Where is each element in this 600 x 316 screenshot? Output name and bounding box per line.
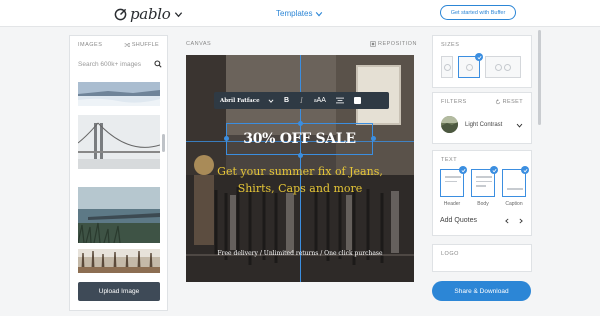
resize-handle-bottom[interactable]: [298, 153, 303, 158]
headline-text[interactable]: 30% OFF SALE: [243, 131, 356, 147]
chevron-down-icon[interactable]: [268, 98, 274, 104]
text-option-caption[interactable]: [502, 166, 529, 197]
reset-label: RESET: [502, 99, 523, 105]
image-thumbnail-lake[interactable]: [78, 82, 160, 106]
shuffle-icon: [124, 42, 130, 48]
shuffle-button[interactable]: SHUFFLE: [124, 42, 159, 48]
text-option-label: Header: [443, 201, 461, 207]
size-preview-icon: [504, 63, 511, 71]
canvas-label: CANVAS: [186, 41, 212, 47]
chevron-down-icon[interactable]: [516, 122, 523, 129]
reposition-icon: [370, 41, 376, 47]
size-option-landscape[interactable]: [485, 56, 521, 78]
chevron-right-icon[interactable]: [518, 218, 524, 224]
templates-label: Templates: [276, 9, 313, 18]
font-size-button[interactable]: aAA: [314, 97, 326, 104]
bridge-image: [78, 115, 160, 169]
size-preview-icon: [495, 63, 502, 71]
resize-handle-right[interactable]: [371, 136, 376, 141]
font-selector[interactable]: Abril Fatface: [220, 98, 268, 104]
images-panel: IMAGES SHUFFLE Search 600k+ images Uploa…: [69, 35, 168, 311]
settings-panel: SIZES FILTERS RESET Light Contrast TEXT …: [432, 35, 532, 236]
size-preview-icon: [465, 63, 473, 71]
reposition-label: REPOSITION: [378, 41, 417, 47]
logo-text: pablo: [130, 5, 171, 23]
filter-preview-thumbnail[interactable]: [441, 116, 458, 133]
subheadline-text[interactable]: Get your summer fix of Jeans, Shirts, Ca…: [186, 163, 414, 197]
resize-handle-top[interactable]: [298, 121, 303, 126]
add-quotes-label[interactable]: Add Quotes: [440, 217, 477, 224]
text-card: TEXT Header Body Caption Add Quotes: [432, 150, 532, 236]
chevron-down-icon: [175, 11, 183, 17]
settings-scrollbar[interactable]: [538, 30, 541, 125]
text-toolbar: Abril Fatface B I aAA: [214, 92, 389, 109]
text-option-header[interactable]: [440, 166, 467, 197]
pablo-logo[interactable]: pablo: [114, 5, 183, 23]
lake-image: [78, 82, 160, 106]
design-canvas[interactable]: Abril Fatface B I aAA 30% OFF SALE Get y…: [186, 55, 414, 282]
resize-handle-left[interactable]: [224, 136, 229, 141]
logo-title: LOGO: [441, 251, 459, 257]
pablo-logo-icon: [114, 8, 127, 20]
text-option-body[interactable]: [471, 166, 498, 197]
bold-button[interactable]: B: [284, 97, 289, 104]
filters-card: FILTERS RESET Light Contrast: [432, 92, 532, 144]
upload-image-button[interactable]: Upload Image: [78, 282, 160, 301]
subheadline-line-1: Get your summer fix of Jeans,: [217, 165, 383, 178]
logo-card: LOGO: [432, 244, 532, 272]
chevron-down-icon: [316, 11, 323, 16]
pier-image: [78, 187, 160, 243]
check-icon: [521, 166, 529, 174]
sizes-title: SIZES: [441, 42, 460, 48]
image-thumbnail-forest[interactable]: [78, 249, 160, 273]
font-size-label: AA: [316, 97, 326, 104]
footer-text[interactable]: Free delivery / Unlimited returns / One …: [186, 250, 414, 257]
shuffle-label: SHUFFLE: [131, 42, 159, 48]
headline-selection[interactable]: 30% OFF SALE: [226, 123, 373, 155]
text-option-label: Caption: [505, 201, 523, 207]
filter-dropdown-value[interactable]: Light Contrast: [465, 122, 502, 128]
chevron-left-icon[interactable]: [504, 218, 510, 224]
templates-dropdown[interactable]: Templates: [276, 9, 323, 18]
align-center-icon[interactable]: [335, 97, 344, 104]
image-search: [78, 58, 162, 70]
text-title: TEXT: [441, 157, 458, 163]
reset-icon: [495, 99, 500, 105]
reposition-button[interactable]: REPOSITION: [370, 41, 417, 47]
get-started-button[interactable]: Get started with Buffer: [440, 5, 516, 20]
search-icon[interactable]: [154, 60, 162, 68]
top-bar: pablo Templates Get started with Buffer: [0, 0, 600, 27]
images-panel-title: IMAGES: [78, 42, 103, 48]
text-color-swatch[interactable]: [353, 97, 361, 104]
check-icon: [475, 53, 483, 61]
search-input[interactable]: [78, 60, 148, 68]
filters-title: FILTERS: [441, 99, 467, 105]
image-thumbnail-bridge[interactable]: [78, 115, 160, 169]
image-thumbnail-pier[interactable]: [78, 187, 160, 243]
italic-button[interactable]: I: [300, 97, 303, 105]
check-icon: [490, 166, 498, 174]
text-option-label: Body: [477, 201, 489, 207]
forest-image: [78, 249, 160, 273]
sizes-card: SIZES: [432, 35, 532, 88]
size-option-square[interactable]: [458, 53, 483, 78]
size-preview-icon: [443, 63, 451, 71]
images-scrollbar[interactable]: [162, 134, 165, 152]
reset-filter-button[interactable]: RESET: [495, 99, 523, 105]
size-option-portrait[interactable]: [441, 56, 453, 78]
share-download-button[interactable]: Share & Download: [432, 281, 531, 301]
check-icon: [459, 166, 467, 174]
subheadline-line-2: Shirts, Caps and more: [237, 182, 363, 195]
